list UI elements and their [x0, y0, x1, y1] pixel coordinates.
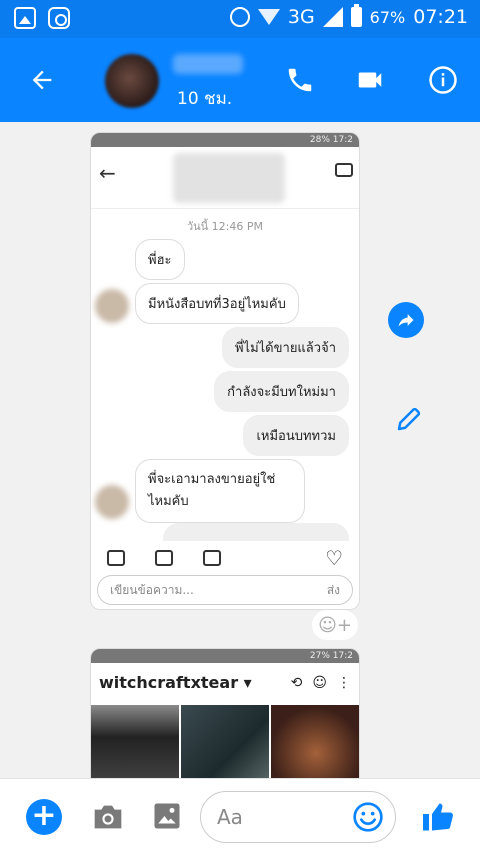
mini-image-icon [203, 550, 221, 566]
mini-avatar [95, 485, 129, 519]
edit-button[interactable] [392, 402, 426, 436]
active-status: 10 ชม. [177, 89, 233, 109]
post-thumbnail [271, 705, 359, 778]
message-line: ไหมคับ [148, 494, 189, 509]
instagram-icon [48, 7, 70, 29]
emoji-button[interactable] [352, 801, 384, 833]
camera-button[interactable] [92, 803, 124, 831]
message-bubble: พี่จะเอามาลงขายอยู่ใช่ ไหมคับ [135, 459, 305, 523]
clock: 07:21 [413, 6, 468, 28]
smiley-plus-icon: ☺+ [318, 614, 352, 636]
back-arrow-icon [32, 70, 52, 90]
message-input-placeholder: Aa [217, 805, 243, 829]
wifi-icon [257, 9, 280, 25]
call-button[interactable] [282, 62, 318, 98]
mini-contact-blurred [173, 153, 285, 203]
mini-back-icon: ← [99, 161, 116, 185]
signal-icon [322, 7, 343, 27]
mini-message-input: เขียนข้อความ... ส่ง [97, 575, 353, 605]
network-type: 3G [287, 6, 315, 28]
composer-bar: + Aa [0, 778, 480, 854]
contact-name-blurred [173, 54, 243, 74]
back-button[interactable] [22, 60, 62, 100]
mini-status-bar: 27% 17:2 [91, 649, 359, 663]
share-arrow-icon [398, 314, 414, 327]
info-button[interactable] [425, 62, 461, 98]
pencil-icon [397, 407, 421, 431]
profile-name: witchcraftxtear ▾ [99, 673, 252, 692]
battery-icon [350, 4, 362, 27]
gallery-icon [14, 7, 36, 29]
image-icon [154, 803, 180, 829]
post-thumbnail [181, 705, 269, 778]
more-icon: ⋮ [337, 675, 351, 691]
profile-actions: ⟲ ☺ ⋮ [291, 675, 351, 691]
contact-info[interactable]: 10 ชม. [95, 46, 255, 114]
like-button[interactable] [420, 799, 456, 835]
mini-input-placeholder: เขียนข้อความ... [110, 582, 194, 597]
message-bubble: เหมือนบททวม [243, 415, 349, 456]
mini-avatar [95, 289, 129, 323]
conversation-header: 10 ชม. [0, 38, 480, 122]
plus-icon: + [31, 798, 57, 833]
message-list[interactable]: 28% 17:2 ← วันนี้ 12:46 PM พี่ฮะ มีหนังส… [0, 122, 480, 778]
post-thumbnail [91, 705, 179, 778]
forward-button[interactable] [388, 302, 424, 338]
more-actions-button[interactable]: + [26, 799, 62, 835]
mini-toolbar: ♡ [91, 543, 359, 573]
phone-icon [288, 68, 312, 92]
message-date: วันนี้ 12:46 PM [186, 220, 264, 233]
history-icon: ⟲ [290, 675, 303, 691]
mini-camera-icon [107, 550, 125, 566]
mini-send-label: ส่ง [326, 582, 340, 597]
status-bar: 3G 67% 07:21 [0, 0, 480, 38]
mini-video-icon [335, 163, 353, 177]
message-bubble: พี่ไม่ได้ขายแล้วจ้า [221, 327, 349, 368]
mini-gif-icon [155, 550, 173, 566]
message-bubble-cutoff [163, 523, 349, 541]
add-reaction-button[interactable]: ☺+ [312, 610, 358, 640]
camera-icon [94, 805, 122, 829]
avatar [105, 54, 159, 108]
message-bubble: กำลังจะมีบทใหม่มา [214, 371, 349, 412]
shared-screenshot-image[interactable]: 28% 17:2 ← วันนี้ 12:46 PM พี่ฮะ มีหนังส… [90, 132, 360, 610]
battery-level: 67% [369, 7, 406, 27]
smiley-icon [353, 802, 383, 832]
gallery-button[interactable] [152, 801, 182, 831]
mini-header: ← [91, 147, 359, 209]
video-call-button[interactable] [352, 62, 388, 98]
message-line: พี่จะเอามาลงขายอยู่ใช่ [148, 472, 276, 487]
alarm-icon [229, 7, 250, 27]
shared-screenshot-image[interactable]: 27% 17:2 witchcraftxtear ▾ ⟲ ☺ ⋮ [90, 648, 360, 778]
message-bubble: มีหนังสือบทที่3อยู่ไหมคับ [135, 283, 299, 324]
thumbs-up-icon [423, 803, 453, 831]
info-icon [429, 66, 457, 94]
mini-status-bar: 28% 17:2 [91, 133, 359, 147]
profile-name-text: witchcraftxtear [99, 673, 239, 692]
message-bubble: พี่ฮะ [135, 239, 185, 280]
video-camera-icon [358, 72, 382, 88]
add-user-icon: ☺ [312, 675, 327, 691]
mini-heart-icon: ♡ [325, 546, 343, 570]
